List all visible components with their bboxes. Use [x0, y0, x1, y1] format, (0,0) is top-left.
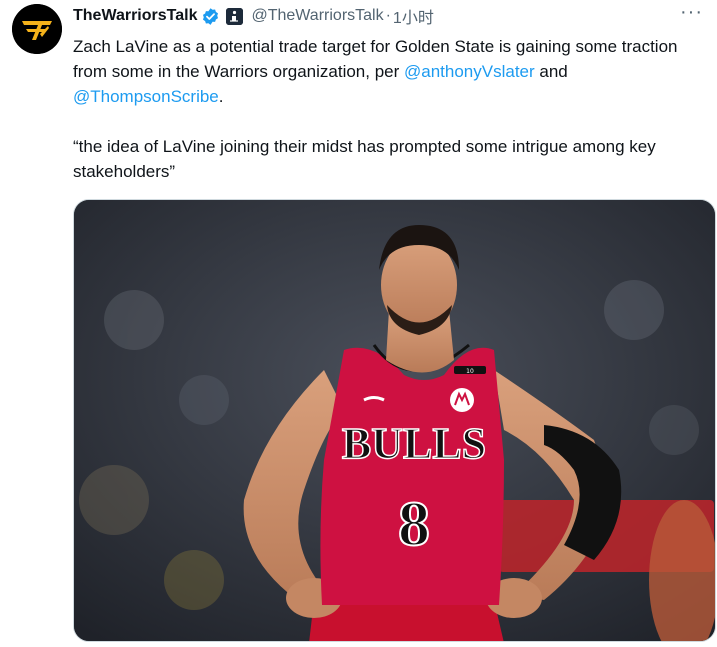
separator: ·: [385, 7, 391, 24]
text-part: Zach LaVine as a potential trade target …: [73, 37, 678, 81]
verified-badge-icon[interactable]: [201, 7, 220, 26]
timestamp[interactable]: 1小时: [393, 4, 434, 28]
text-part: .: [218, 87, 224, 106]
text-part: and: [534, 62, 568, 81]
tweet-header: TheWarriorsTalk @TheWarriorsTalk · 1小时 ·…: [73, 1, 703, 28]
affiliate-badge-icon[interactable]: [226, 7, 244, 25]
handle[interactable]: @TheWarriorsTalk: [251, 7, 383, 25]
tweet-paragraph: Zach LaVine as a potential trade target …: [73, 34, 709, 109]
armband-number: 10: [466, 368, 474, 375]
display-name[interactable]: TheWarriorsTalk: [73, 7, 197, 25]
tweet-text: Zach LaVine as a potential trade target …: [73, 34, 709, 184]
jersey-text: BULLS: [342, 419, 486, 468]
more-icon[interactable]: ···: [680, 1, 703, 24]
warriors-logo-icon: [12, 4, 62, 54]
tweet-photo[interactable]: BULLS 8 10: [73, 199, 716, 642]
avatar[interactable]: [12, 4, 62, 54]
jersey-number: 8: [398, 488, 430, 559]
mention-link[interactable]: @anthonyVslater: [404, 62, 535, 81]
tweet-quote: “the idea of LaVine joining their midst …: [73, 137, 656, 181]
mention-link[interactable]: @ThompsonScribe: [73, 87, 219, 106]
player-photo: BULLS 8 10: [74, 200, 715, 641]
